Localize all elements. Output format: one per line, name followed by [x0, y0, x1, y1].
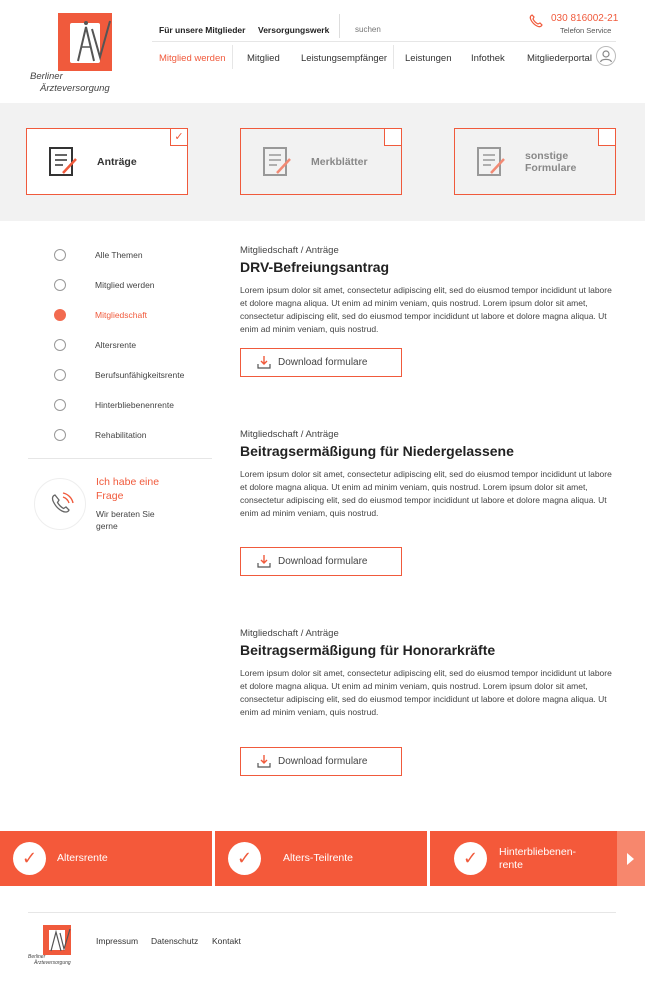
footer-link-datenschutz[interactable]: Datenschutz: [151, 936, 198, 946]
download-button[interactable]: Download formulare: [240, 747, 402, 776]
quicklink-alters-teilrente[interactable]: ✓ Alters-Teilrente: [215, 831, 427, 886]
user-icon[interactable]: [596, 46, 616, 66]
radio-icon: [54, 339, 66, 351]
footer-link-impressum[interactable]: Impressum: [96, 936, 138, 946]
service-phone[interactable]: 030 816002-21: [551, 13, 618, 24]
logo-text-line2: Ärzteversorgung: [40, 83, 110, 94]
breadcrumb: Mitgliedschaft / Anträge: [240, 628, 339, 639]
article-title: Beitragsermäßigung für Niedergelassene: [240, 443, 514, 459]
logo-av-mark: [77, 20, 111, 62]
nav-leistungen[interactable]: Leistungen: [405, 53, 451, 64]
checkmark-icon: ✓: [228, 842, 261, 875]
article-body: Lorem ipsum dolor sit amet, consectetur …: [240, 285, 612, 334]
logo-text-line1: Berliner: [30, 71, 63, 82]
checkmark-icon: ✓: [13, 842, 46, 875]
service-label: Telefon Service: [560, 26, 612, 35]
radio-icon: [54, 249, 66, 261]
topnav-fund-link[interactable]: Versorgungswerk: [258, 25, 329, 35]
article-title: DRV-Befreiungsantrag: [240, 259, 390, 275]
footer-link-kontakt[interactable]: Kontakt: [212, 936, 241, 946]
phone-icon: [529, 14, 543, 28]
nav-mitglied[interactable]: Mitglied: [247, 53, 280, 64]
article: Mitgliedschaft / Anträge DRV-Befreiungsa…: [240, 245, 616, 336]
nav-mitgliederportal[interactable]: Mitgliederportal: [527, 53, 592, 64]
download-button[interactable]: Download formulare: [240, 348, 402, 377]
article-body: Lorem ipsum dolor sit amet, consectetur …: [240, 469, 612, 518]
breadcrumb: Mitgliedschaft / Anträge: [240, 245, 339, 256]
document-icon: [263, 147, 291, 176]
article-title: Beitragsermäßigung für Honorarkräfte: [240, 642, 496, 658]
article: Mitgliedschaft / Anträge Beitragsermäßig…: [240, 429, 616, 520]
search-input[interactable]: [355, 25, 475, 34]
article: Mitgliedschaft / Anträge Beitragsermäßig…: [240, 628, 616, 719]
quicklink-label-line1: Hinterbliebenen-: [499, 846, 577, 858]
help-subtitle: Wir beraten Sie gerne: [96, 509, 155, 531]
download-button[interactable]: Download formulare: [240, 547, 402, 576]
quicklink-altersrente[interactable]: ✓ Altersrente: [0, 831, 212, 886]
header-divider: [152, 41, 616, 42]
category-label: Anträge: [97, 156, 137, 168]
help-phone-button[interactable]: [34, 478, 86, 530]
download-label: Download formulare: [278, 756, 368, 767]
download-icon: [257, 755, 271, 768]
download-icon: [257, 555, 271, 568]
download-icon: [257, 356, 271, 369]
category-label: Merkblätter: [311, 156, 368, 168]
topnav-members-link[interactable]: Für unsere Mitglieder: [159, 25, 245, 35]
category-merkblaetter[interactable]: Merkblätter: [240, 128, 402, 195]
nav-mitglied-werden[interactable]: Mitglied werden: [159, 53, 226, 64]
radio-icon: [54, 399, 66, 411]
category-label-line2: Formulare: [525, 162, 577, 174]
quicklink-hinterbliebenenrente[interactable]: ✓ Hinterbliebenen- rente: [430, 831, 617, 886]
next-arrow-icon[interactable]: [617, 831, 645, 886]
footer-logo[interactable]: Berliner Ärzteversorgung: [28, 925, 72, 967]
breadcrumb: Mitgliedschaft / Anträge: [240, 429, 339, 440]
quicklink-label-line2: rente: [499, 859, 523, 871]
download-label: Download formulare: [278, 357, 368, 368]
help-title[interactable]: Ich habe eine Frage: [96, 475, 186, 503]
document-icon: [49, 147, 77, 176]
category-sonstige-formulare[interactable]: sonstige Formulare: [454, 128, 616, 195]
quicklink-label: Alters-Teilrente: [283, 852, 354, 864]
radio-selected-icon: [54, 309, 66, 321]
radio-icon: [54, 369, 66, 381]
nav-infothek[interactable]: Infothek: [471, 53, 505, 64]
footer-divider: [28, 912, 616, 913]
category-label-line1: sonstige: [525, 150, 569, 162]
divider: [339, 14, 340, 38]
document-icon: [477, 147, 505, 176]
quicklink-label: Altersrente: [57, 852, 108, 864]
sidebar-divider: [28, 458, 212, 459]
radio-icon: [54, 279, 66, 291]
footer-logo-text-line2: Ärzteversorgung: [34, 960, 71, 966]
checkmark-icon: ✓: [454, 842, 487, 875]
download-label: Download formulare: [278, 556, 368, 567]
category-antraege[interactable]: ✓ Anträge: [26, 128, 188, 195]
phone-icon: [51, 492, 74, 513]
radio-icon: [54, 429, 66, 441]
logo[interactable]: Berliner Ärzteversorgung: [28, 13, 116, 94]
article-body: Lorem ipsum dolor sit amet, consectetur …: [240, 668, 612, 717]
logo-av-mark: [50, 928, 71, 952]
checkmark-icon: ✓: [170, 128, 188, 146]
nav-leistungsempfaenger[interactable]: Leistungsempfänger: [301, 53, 387, 64]
